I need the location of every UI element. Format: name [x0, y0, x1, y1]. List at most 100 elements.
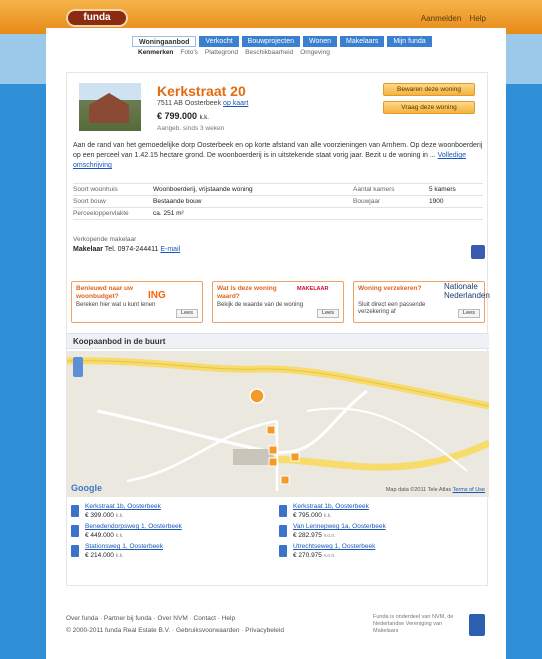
property-address: 7511 AB Oosterbeek op kaart [157, 100, 248, 107]
property-title: Kerkstraat 20 [157, 83, 246, 99]
subtab-fotos[interactable]: Foto's [180, 49, 198, 56]
map-marker[interactable] [290, 452, 300, 462]
spec-row: Soort woonhuis Woonboerderij, vrijstaand… [73, 184, 483, 196]
listing-icon [279, 525, 287, 537]
promo-button[interactable]: Lees [317, 309, 339, 318]
listing-price-value: € 270.975 [293, 552, 322, 559]
neighbourhood-map[interactable]: Google Map data ©2011 Tele Atlas Terms o… [67, 351, 489, 497]
property-photo[interactable] [79, 83, 141, 131]
agent-logo-icon[interactable] [471, 245, 485, 259]
price-suffix: k.k. [199, 115, 209, 121]
tab-makelaars[interactable]: Makelaars [340, 36, 385, 47]
google-logo: Google [71, 483, 102, 493]
listing-price-value: € 282.975 [293, 532, 322, 539]
listing-price-suffix: k.k. [115, 553, 124, 559]
listing-price-suffix: v.o.n. [323, 533, 336, 539]
spec-value-2: 1900 [429, 198, 444, 205]
map-street [96, 389, 368, 454]
property-description: Aan de rand van het gemoedelijke dorp Oo… [73, 141, 483, 171]
tab-verkocht[interactable]: Verkocht [199, 36, 239, 47]
section-header: Koopaanbod in de buurt [67, 333, 489, 349]
agent-email-link[interactable]: E-mail [160, 246, 180, 253]
footer: Over funda · Partner bij funda · Over NV… [66, 613, 284, 637]
agent-name: Makelaar [73, 246, 103, 253]
address-text: 7511 AB Oosterbeek [157, 100, 222, 107]
listing-price-suffix: k.k. [115, 513, 124, 519]
listing-since: Aangeb. sinds 3 weken [157, 125, 225, 132]
map-marker[interactable] [268, 445, 278, 455]
listing-link[interactable]: Benedendorpsweg 1, Oosterbeek [85, 523, 182, 530]
map-marker[interactable] [268, 457, 278, 467]
listing-price: € 399.000 k.k. [85, 512, 124, 519]
map-road [67, 357, 489, 410]
spec-value: Woonboerderij, vrijstaande woning [153, 186, 253, 193]
agent-label: Verkopende makelaar [73, 236, 137, 243]
spec-value-2: 5 kamers [429, 186, 456, 193]
save-button[interactable]: Bewaren deze woning [383, 83, 475, 96]
listing-price-suffix: k.k. [115, 533, 124, 539]
list-item[interactable]: Van Lennepweg 1a, Oosterbeek € 282.975 v… [279, 523, 479, 543]
listing-price: € 282.975 v.o.n. [293, 532, 336, 539]
listing-price-value: € 795.000 [293, 512, 322, 519]
subtab-kenmerken[interactable]: Kenmerken [138, 49, 173, 56]
nationale-nederlanden-logo: Nationale Nederlanden [444, 282, 490, 300]
right-band [506, 34, 542, 84]
promo-desc: Sluit direct een passende verzekering af [358, 302, 426, 315]
login-link[interactable]: Aanmelden [421, 14, 461, 23]
subtab-beschikbaarheid[interactable]: Beschikbaarheid [245, 49, 293, 56]
help-link[interactable]: Help [470, 14, 486, 23]
listing-price: € 214.000 k.k. [85, 552, 124, 559]
listing-price-value: € 449.000 [85, 532, 114, 539]
map-zoom-control-icon[interactable] [73, 357, 83, 377]
brand-logo: MAKELAAR [297, 286, 329, 292]
list-item[interactable]: Kerkstraat 1b, Oosterbeek € 399.000 k.k. [71, 503, 271, 523]
promo-button[interactable]: Lees [458, 309, 480, 318]
description-text: Aan de rand van het gemoedelijke dorp Oo… [73, 142, 483, 159]
listing-icon [279, 505, 287, 517]
promo-title: Benieuwd naar uw woonbudget? [76, 285, 134, 300]
tab-wonen[interactable]: Wonen [302, 36, 338, 47]
listing-link[interactable]: Kerkstraat 1b, Oosterbeek [85, 503, 161, 510]
listing-link[interactable]: Kerkstraat 1b, Oosterbeek [293, 503, 369, 510]
map-marker[interactable] [280, 475, 290, 485]
promo-title: Woning verzekeren? [358, 285, 422, 292]
promo-button[interactable]: Lees [176, 309, 198, 318]
list-item[interactable]: Utrechtseweg 1, Oosterbeek € 270.975 v.o… [279, 543, 479, 563]
map-canvas [67, 357, 489, 491]
promo-desc: Bekijk de waarde van de woning [217, 302, 304, 308]
contact-button[interactable]: Vraag deze woning [383, 101, 475, 114]
list-item[interactable]: Stationsweg 1, Oosterbeek € 214.000 k.k. [71, 543, 271, 563]
spec-key: Perceeloppervlakte [73, 210, 129, 217]
list-item[interactable]: Kerkstraat 1b, Oosterbeek € 795.000 k.k. [279, 503, 479, 523]
map-link[interactable]: op kaart [223, 100, 248, 107]
property-card: Kerkstraat 20 7511 AB Oosterbeek op kaar… [66, 72, 490, 586]
footer-links[interactable]: Over funda · Partner bij funda · Over NV… [66, 613, 284, 625]
footer-nvm-note: Funda is onderdeel van NVM, de Nederland… [373, 614, 454, 634]
listing-link[interactable]: Utrechtseweg 1, Oosterbeek [293, 543, 375, 550]
promo-valuation[interactable]: Wat is deze woning waard? Bekijk de waar… [212, 281, 344, 323]
tab-mijn-funda[interactable]: Mijn funda [387, 36, 432, 47]
map-terms-link[interactable]: Terms of Use [453, 487, 485, 493]
property-price: € 799.000 k.k. [157, 111, 209, 121]
subtab-omgeving[interactable]: Omgeving [300, 49, 330, 56]
subtab-plattegrond[interactable]: Plattegrond [205, 49, 238, 56]
listing-link[interactable]: Van Lennepweg 1a, Oosterbeek [293, 523, 386, 530]
listing-price: € 449.000 k.k. [85, 532, 124, 539]
tab-bouwprojecten[interactable]: Bouwprojecten [241, 36, 300, 47]
listing-icon [71, 525, 79, 537]
listing-link[interactable]: Stationsweg 1, Oosterbeek [85, 543, 163, 550]
spec-key-2: Aantal kamers [353, 186, 395, 193]
footer-copyright: © 2000-2011 funda Real Estate B.V. · Geb… [66, 627, 284, 634]
promo-mortgage[interactable]: Benieuwd naar uw woonbudget? Bereken hie… [71, 281, 203, 323]
agent-info: Makelaar Tel. 0974-244411 E-mail [73, 246, 180, 253]
map-marker[interactable] [266, 425, 276, 435]
funda-logo[interactable]: funda [66, 9, 128, 27]
spec-key: Soort woonhuis [73, 186, 118, 193]
nvm-logo-icon[interactable] [469, 614, 485, 636]
tab-woningaanbod[interactable]: Woningaanbod [132, 36, 197, 47]
spec-key-2: Bouwjaar [353, 198, 381, 205]
list-item[interactable]: Benedendorpsweg 1, Oosterbeek € 449.000 … [71, 523, 271, 543]
map-marker-main[interactable] [249, 388, 265, 404]
promo-insurance[interactable]: Woning verzekeren? Sluit direct een pass… [353, 281, 490, 323]
listing-price-suffix: k.k. [323, 513, 332, 519]
